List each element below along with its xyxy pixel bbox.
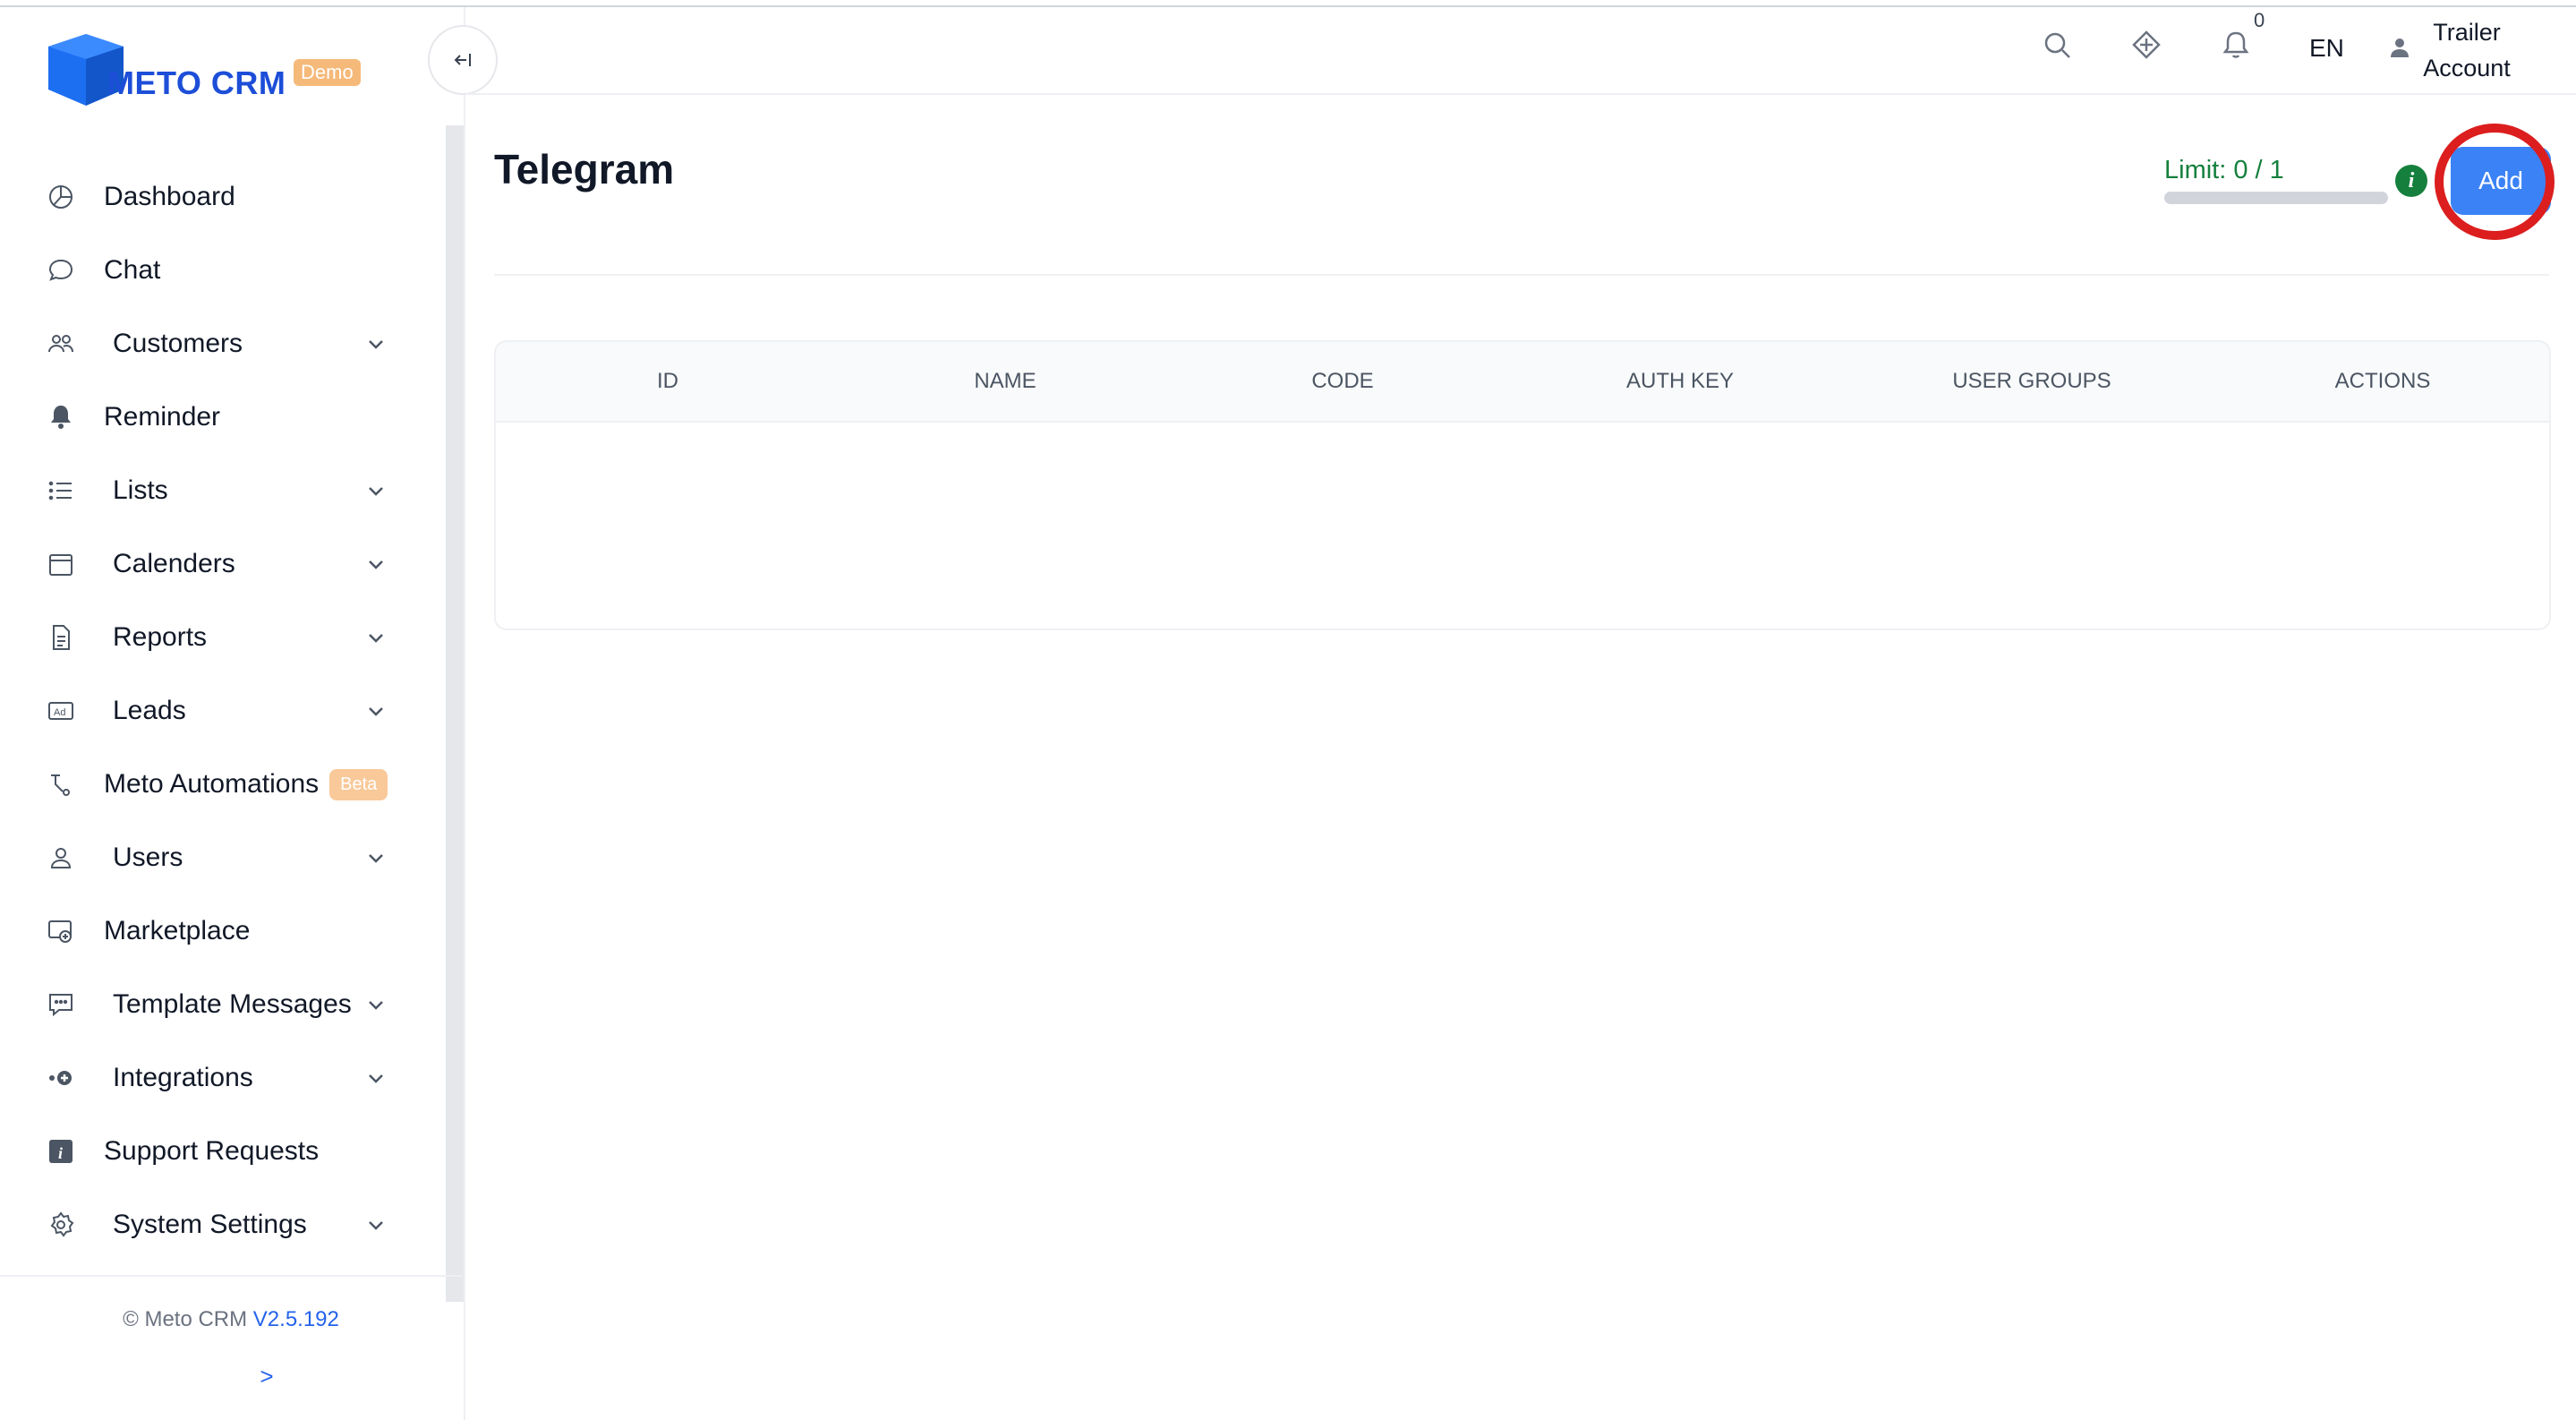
bell-icon[interactable]: [2218, 27, 2254, 63]
sidebar-item-users[interactable]: Users: [43, 831, 401, 885]
chevron-down-icon: [369, 634, 383, 643]
sidebar-item-label: Users: [113, 843, 183, 872]
copyright: © Meto CRM V2.5.192: [0, 1307, 462, 1332]
svg-text:Ad: Ad: [54, 707, 65, 718]
info-icon[interactable]: i: [2395, 165, 2427, 197]
chevron-down-icon: [369, 487, 383, 496]
calendar-icon: [43, 546, 79, 582]
bell-icon: [43, 399, 79, 435]
sidebar-item-customers[interactable]: Customers: [43, 317, 401, 371]
notification-count: 0: [2254, 9, 2265, 31]
sidebar-item-label: Chat: [104, 255, 161, 285]
svg-text:i: i: [58, 1144, 63, 1162]
chevron-down-icon: [369, 340, 383, 349]
sidebar-item-label: Marketplace: [104, 916, 251, 945]
list-icon: [43, 473, 79, 509]
sidebar-item-integrations[interactable]: Integrations: [43, 1051, 401, 1105]
integration-icon: [43, 1060, 79, 1096]
sidebar-item-leads[interactable]: Ad Leads: [43, 684, 401, 738]
sidebar-item-chat[interactable]: Chat: [43, 244, 401, 297]
add-button[interactable]: Add: [2451, 147, 2551, 215]
sidebar-item-label: Reports: [113, 622, 208, 652]
sidebar-item-label: Dashboard: [104, 182, 235, 211]
automation-icon: [43, 766, 79, 802]
copyright-text: © Meto CRM: [123, 1307, 248, 1331]
expand-sidebar-button[interactable]: >: [0, 1363, 533, 1390]
account-name-line2: Account: [2423, 55, 2511, 81]
chevron-down-icon: [369, 1001, 383, 1010]
chevron-down-icon: [369, 707, 383, 716]
sidebar-footer-divider: [0, 1275, 462, 1277]
column-header-actions: ACTIONS: [2334, 369, 2431, 393]
account-menu[interactable]: Trailer Account: [2413, 14, 2521, 86]
sidebar-item-meto-automations[interactable]: Meto Automations Beta: [43, 757, 401, 811]
chevron-down-icon: [369, 1221, 383, 1230]
sidebar-item-dashboard[interactable]: Dashboard: [43, 170, 401, 224]
sidebar-item-reports[interactable]: Reports: [43, 611, 401, 664]
sidebar-item-lists[interactable]: Lists: [43, 464, 401, 518]
sidebar-item-label: Reminder: [104, 402, 221, 432]
sidebar-item-marketplace[interactable]: Marketplace: [43, 904, 401, 958]
sidebar-item-label: Lists: [113, 475, 168, 505]
table-header: ID NAME CODE AUTH KEY USER GROUPS ACTION…: [496, 342, 2549, 423]
window-top-border: [0, 0, 2576, 7]
apps-icon[interactable]: [2128, 27, 2164, 63]
limit-label: Limit: 0 / 1: [2164, 156, 2284, 184]
search-icon[interactable]: [2039, 27, 2075, 63]
gear-icon: [43, 1207, 79, 1243]
account-name-line1: Trailer: [2433, 19, 2501, 46]
sidebar-item-label: System Settings: [113, 1210, 307, 1239]
chevron-down-icon: [369, 1074, 383, 1083]
sidebar-scrollbar[interactable]: [446, 125, 464, 1302]
message-template-icon: [43, 987, 79, 1022]
chevron-down-icon: [369, 560, 383, 569]
header-divider: [494, 274, 2549, 276]
column-header-code: CODE: [1311, 369, 1374, 393]
page-title: Telegram: [494, 146, 675, 192]
sidebar-item-label: Calenders: [113, 549, 235, 578]
column-header-user-groups: USER GROUPS: [1952, 369, 2111, 393]
sidebar-item-template-messages[interactable]: Template Messages: [43, 978, 401, 1031]
chevron-down-icon: [369, 854, 383, 863]
telegram-table: ID NAME CODE AUTH KEY USER GROUPS ACTION…: [494, 340, 2551, 630]
sidebar-item-label: Customers: [113, 329, 243, 358]
brand-demo-badge: Demo: [294, 59, 361, 86]
sidebar-item-system-settings[interactable]: System Settings: [43, 1198, 401, 1252]
user-icon: [2391, 38, 2409, 57]
beta-badge: Beta: [329, 768, 388, 800]
ad-icon: Ad: [43, 693, 79, 729]
sidebar-item-label: Leads: [113, 696, 186, 725]
sidebar-item-label: Integrations: [113, 1063, 253, 1092]
chat-icon: [43, 252, 79, 288]
info-icon: i: [43, 1133, 79, 1169]
sidebar-item-calenders[interactable]: Calenders: [43, 537, 401, 591]
sidebar-item-label: Template Messages: [113, 989, 352, 1019]
dashboard-icon: [43, 179, 79, 215]
customers-icon: [43, 326, 79, 362]
sidebar-item-support-requests[interactable]: i Support Requests: [43, 1125, 401, 1178]
brand-logo[interactable]: METO CRM Demo: [48, 27, 424, 107]
sidebar: METO CRM Demo Dashboard Chat Customers R…: [0, 7, 465, 1420]
language-selector[interactable]: EN: [2309, 34, 2344, 63]
sidebar-item-reminder[interactable]: Reminder: [43, 390, 401, 444]
column-header-id: ID: [657, 369, 678, 393]
column-header-auth-key: AUTH KEY: [1625, 369, 1735, 393]
sidebar-item-label: Meto Automations: [104, 769, 320, 799]
user-icon: [43, 840, 79, 876]
column-header-name: NAME: [974, 369, 1036, 393]
limit-progress-bar: [2164, 192, 2388, 204]
sidebar-item-label: Support Requests: [104, 1136, 320, 1166]
report-icon: [43, 620, 79, 655]
version-link[interactable]: V2.5.192: [253, 1307, 339, 1331]
marketplace-icon: [43, 913, 79, 949]
brand-name: METO CRM: [107, 64, 286, 101]
